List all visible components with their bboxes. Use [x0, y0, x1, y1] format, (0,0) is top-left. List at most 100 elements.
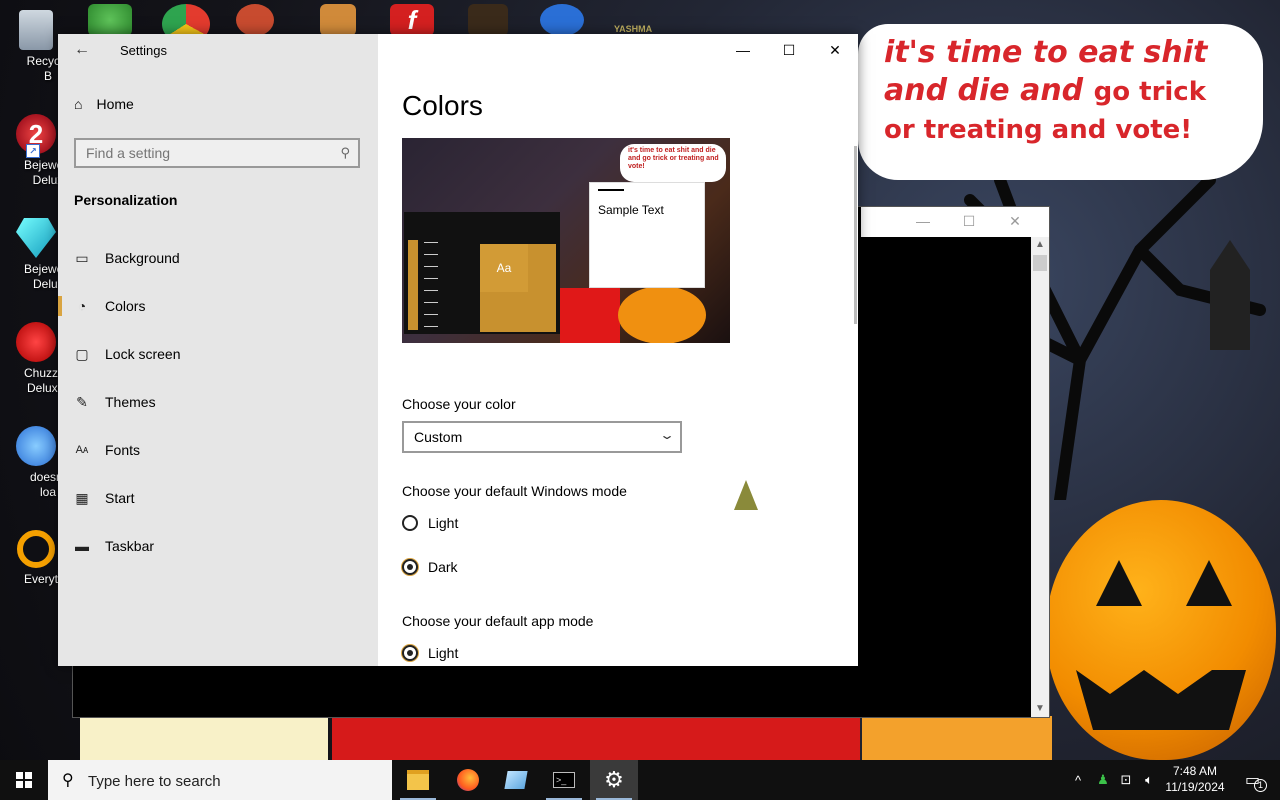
preview-pumpkin: [618, 286, 706, 343]
tray-people-icon[interactable]: ♟: [1094, 760, 1112, 800]
find-setting-input[interactable]: [76, 140, 326, 166]
nav-item-background[interactable]: ▭ Background: [58, 234, 378, 282]
yashma-label: YASHMA: [614, 24, 653, 34]
nav-item-fonts[interactable]: Aᴀ Fonts: [58, 426, 378, 474]
witch-hat-cursor-icon: [734, 480, 758, 510]
taskbar-clock[interactable]: 7:48 AM 11/19/2024: [1160, 763, 1230, 795]
settings-window: ← Settings ⌂ Home ⚲ Personalization ▭ Ba…: [58, 34, 858, 666]
radio-label: Dark: [428, 559, 458, 575]
preview-tile-aa: Aa: [480, 244, 528, 292]
nav-home[interactable]: ⌂ Home: [74, 96, 134, 112]
scroll-down-icon[interactable]: ▼: [1031, 701, 1049, 717]
clock-time: 7:48 AM: [1172, 764, 1218, 778]
wallpaper-pumpkin: [1046, 500, 1276, 760]
start-button[interactable]: [0, 760, 48, 800]
installer-icon[interactable]: [320, 4, 356, 36]
people-icon[interactable]: [88, 4, 132, 36]
back-arrow-icon[interactable]: ←: [68, 38, 96, 62]
scroll-up-icon[interactable]: ▲: [1031, 237, 1049, 253]
tablet-app-icon: [504, 771, 528, 789]
choose-color-value: Custom: [414, 429, 463, 445]
nav-item-taskbar[interactable]: ▬ Taskbar: [58, 522, 378, 570]
content-scrollbar[interactable]: [854, 146, 857, 324]
preview-window: Sample Text: [589, 182, 705, 288]
nav-home-label: Home: [96, 96, 134, 112]
preview-start-menu: Aa: [404, 212, 560, 334]
speech-line-1: it's time to eat shit: [884, 35, 1208, 70]
taskbar-file-explorer[interactable]: [394, 760, 442, 800]
console-titlebar: — ☐ ✕: [861, 207, 1049, 237]
console-minimize-icon[interactable]: —: [913, 213, 933, 231]
scroll-thumb[interactable]: [1033, 255, 1047, 271]
game-icon[interactable]: [468, 4, 508, 36]
find-setting-search[interactable]: ⚲: [74, 138, 360, 168]
speech-line-3: or treating and vote!: [884, 115, 1193, 145]
start-grid-icon: ▦: [75, 489, 89, 506]
recycle-bin-icon: [19, 10, 53, 50]
thunderbird-icon: [16, 426, 56, 466]
settings-content: Colors it's time to eat shit and die and…: [378, 34, 858, 666]
chuzzle-icon: [16, 322, 56, 362]
speech-line-2a: and die and: [884, 73, 1084, 108]
speech-bubble-text: it's time to eat shit and die and go tri…: [884, 34, 1244, 149]
app-mode-light-radio[interactable]: Light: [402, 645, 458, 661]
nav-item-colors[interactable]: ◔ Colors: [58, 282, 378, 330]
picture-icon: ▭: [75, 249, 89, 266]
lock-screen-icon: ▢: [75, 345, 89, 362]
taskbar-search-input[interactable]: [86, 768, 380, 794]
windows-mode-label: Choose your default Windows mode: [402, 483, 627, 499]
nav-item-themes[interactable]: ✎ Themes: [58, 378, 378, 426]
search-icon: ⚲: [340, 145, 350, 160]
section-title: Personalization: [74, 192, 178, 208]
thunderbird-top-icon[interactable]: [540, 4, 584, 36]
nav-item-label: Start: [105, 490, 135, 506]
preview-bubble-text: it's time to eat shit and die and go tri…: [628, 147, 719, 170]
nav-item-label: Taskbar: [105, 538, 155, 554]
terminal-icon: >_: [553, 772, 575, 788]
taskbar-tablet-app[interactable]: [492, 760, 540, 800]
taskbar-icon: ▬: [75, 538, 89, 554]
nav-item-label: Lock screen: [105, 346, 181, 362]
clock-date: 11/19/2024: [1165, 780, 1225, 794]
radio-circle-selected: [402, 559, 418, 575]
radio-circle-selected: [402, 645, 418, 661]
radio-label: Light: [428, 645, 459, 661]
home-icon: ⌂: [74, 96, 83, 112]
chevron-down-icon: ⌄: [658, 428, 676, 442]
taskbar-firefox[interactable]: [444, 760, 492, 800]
taskbar-terminal[interactable]: >_: [540, 760, 588, 800]
preview-sample-text: Sample Text: [598, 203, 664, 217]
nav-item-label: Colors: [105, 298, 146, 314]
taskbar-search-box[interactable]: ⚲: [48, 760, 392, 800]
nav-item-label: Themes: [105, 394, 156, 410]
everything-search-icon: [17, 530, 55, 568]
nav-item-label: Background: [105, 250, 180, 266]
taskbar: ⚲ >_ ⚙ ^ ♟ ⊡ 🔈︎ 7:48 AM 11/19/2024 ▭ 1: [0, 760, 1280, 800]
bejeweled-gem-icon: [16, 218, 56, 258]
settings-nav-pane: ← Settings ⌂ Home ⚲ Personalization ▭ Ba…: [58, 34, 378, 666]
nav-item-label: Fonts: [105, 442, 141, 458]
console-maximize-icon[interactable]: ☐: [959, 213, 979, 231]
windows-mode-light-radio[interactable]: Light: [402, 515, 458, 531]
tray-volume-icon[interactable]: 🔈︎: [1140, 760, 1158, 800]
taskbar-settings[interactable]: ⚙: [590, 760, 638, 800]
nav-item-lock-screen[interactable]: ▢ Lock screen: [58, 330, 378, 378]
speech-line-2b: go trick: [1093, 77, 1207, 107]
choose-color-dropdown[interactable]: Custom ⌄: [402, 421, 682, 453]
wallpaper-bottom-strip: [72, 716, 1052, 760]
theme-preview: it's time to eat shit and die and go tri…: [402, 138, 730, 343]
nav-item-start[interactable]: ▦ Start: [58, 474, 378, 522]
firefox-icon: [457, 769, 479, 791]
console-scrollbar[interactable]: ▲ ▼: [1031, 237, 1049, 717]
palette-icon: ◔: [77, 298, 87, 314]
windows-mode-dark-radio[interactable]: Dark: [402, 559, 458, 575]
tray-chevron-up-icon[interactable]: ^: [1070, 760, 1086, 800]
radio-label: Light: [428, 515, 459, 531]
tray-network-icon[interactable]: ⊡: [1116, 760, 1136, 800]
browser-icon[interactable]: [236, 4, 274, 36]
page-title: Colors: [402, 90, 483, 121]
notification-center-icon[interactable]: ▭ 1: [1232, 760, 1280, 800]
radio-circle: [402, 515, 418, 531]
console-close-icon[interactable]: ✕: [1005, 213, 1025, 231]
flash-player-icon[interactable]: f: [390, 4, 434, 36]
